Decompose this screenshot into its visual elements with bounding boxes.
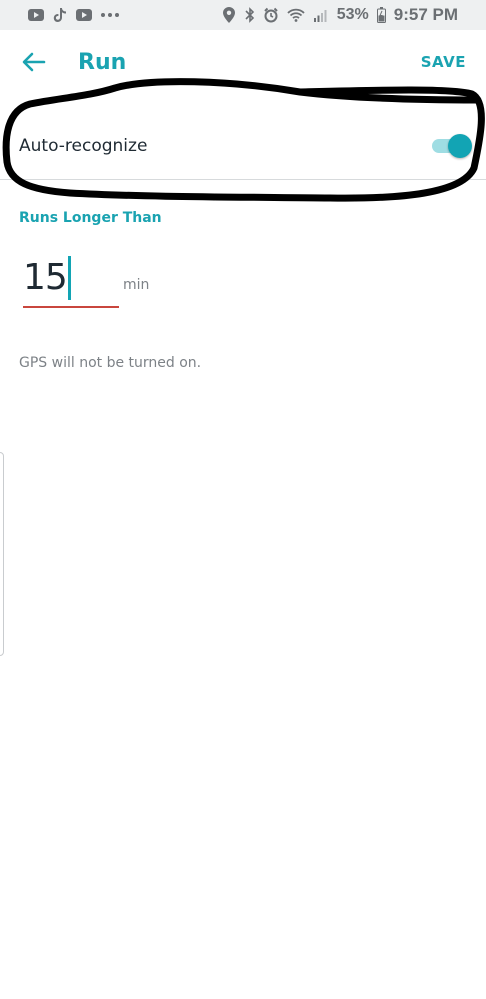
status-left xyxy=(28,7,120,23)
tiktok-icon xyxy=(52,7,68,23)
duration-unit: min xyxy=(123,277,150,293)
alarm-icon xyxy=(263,7,279,23)
status-bar: 53% 9:57 PM xyxy=(0,0,486,30)
auto-recognize-toggle[interactable] xyxy=(428,133,472,158)
more-icon xyxy=(100,7,120,23)
toolbar-left: Run xyxy=(18,46,126,78)
status-time: 9:57 PM xyxy=(393,5,458,24)
bluetooth-icon xyxy=(245,7,255,23)
wifi-icon xyxy=(287,7,305,23)
edge-panel-handle[interactable] xyxy=(0,452,4,656)
signal-icon xyxy=(313,7,329,23)
toolbar: Run SAVE xyxy=(0,30,486,94)
save-button[interactable]: SAVE xyxy=(411,45,476,79)
toggle-thumb xyxy=(448,133,472,158)
location-icon xyxy=(221,7,237,23)
youtube-icon xyxy=(28,7,44,23)
arrow-left-icon xyxy=(22,52,46,72)
text-caret xyxy=(67,256,71,300)
runs-longer-than-label: Runs Longer Than xyxy=(19,210,162,226)
duration-value: 15 xyxy=(23,257,68,298)
duration-input[interactable]: 15 xyxy=(23,250,119,308)
auto-recognize-row[interactable]: Auto-recognize xyxy=(0,112,486,180)
status-right: 53% 9:57 PM xyxy=(221,5,458,25)
battery-percent: 53% xyxy=(336,6,369,23)
battery-icon xyxy=(376,7,386,23)
gps-note: GPS will not be turned on. xyxy=(19,355,202,371)
page-title: Run xyxy=(78,49,127,75)
auto-recognize-label: Auto-recognize xyxy=(19,135,148,156)
back-button[interactable] xyxy=(18,46,50,78)
youtube-icon xyxy=(76,7,92,23)
